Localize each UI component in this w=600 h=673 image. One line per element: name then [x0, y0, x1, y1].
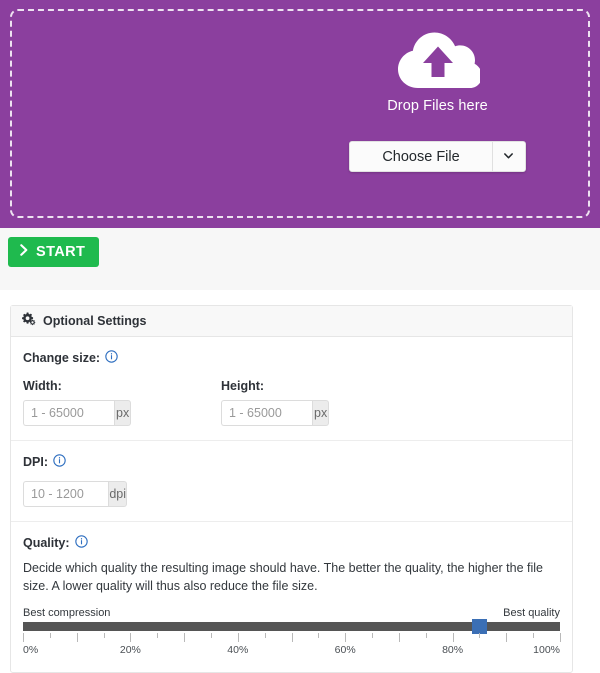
slider-tick-label: 60% [334, 644, 356, 656]
quality-slider-ticks [23, 633, 561, 643]
slider-tick [291, 633, 293, 642]
change-size-label-row: Change size: [23, 350, 560, 366]
quality-description: Decide which quality the resulting image… [23, 561, 543, 593]
width-unit-addon: px [114, 400, 131, 426]
file-dropzone[interactable]: Drop Files here Choose File [0, 0, 600, 228]
slider-tick [210, 633, 212, 638]
quality-label: Quality: [23, 536, 70, 550]
dpi-section: DPI: dpi [11, 441, 572, 522]
slider-min-label: Best compression [23, 607, 111, 619]
height-input-group[interactable]: px [221, 400, 329, 426]
height-unit-addon: px [312, 400, 329, 426]
dropzone-label: Drop Files here [387, 98, 488, 114]
change-size-label: Change size: [23, 351, 101, 365]
cloud-upload-icon [396, 28, 480, 92]
info-circle-icon[interactable] [105, 350, 118, 366]
dpi-input-group[interactable]: dpi [23, 481, 127, 507]
slider-tick [130, 633, 132, 642]
start-button-area: START [0, 228, 600, 290]
dpi-label-row: DPI: [23, 454, 560, 470]
slider-tick [560, 633, 561, 642]
optional-settings-card: Optional Settings Change size: Width: px [10, 305, 573, 673]
height-field-group: Height: px [221, 379, 419, 426]
slider-tick [452, 633, 454, 642]
slider-tick [184, 633, 186, 642]
chevron-right-icon [20, 244, 29, 260]
slider-tick [345, 633, 347, 642]
change-size-section: Change size: Width: px Height: [11, 337, 572, 441]
quality-slider-handle[interactable] [472, 619, 488, 634]
slider-max-label: Best quality [503, 607, 560, 619]
slider-tick [318, 633, 320, 638]
quality-section: Quality: Decide which quality the result… [11, 522, 572, 672]
dpi-label: DPI: [23, 455, 48, 469]
slider-tick [103, 633, 105, 638]
slider-tick-label: 40% [227, 644, 249, 656]
dpi-unit-addon: dpi [108, 481, 127, 507]
width-field-group: Width: px [23, 379, 221, 426]
choose-file-dropdown-toggle[interactable] [491, 142, 525, 171]
slider-tick-label: 0% [23, 644, 39, 656]
slider-tick [372, 633, 374, 638]
slider-tick-label: 80% [442, 644, 464, 656]
start-button-label: START [36, 244, 86, 260]
slider-tick [425, 633, 427, 638]
info-circle-icon[interactable] [74, 535, 88, 551]
choose-file-control[interactable]: Choose File [349, 141, 526, 172]
width-label: Width: [23, 379, 62, 393]
slider-tick [23, 633, 24, 642]
slider-tick-label: 100% [533, 644, 560, 656]
slider-tick [49, 633, 51, 638]
quality-slider-track[interactable] [23, 619, 560, 634]
slider-tick [479, 633, 481, 638]
start-button[interactable]: START [8, 237, 100, 267]
quality-slider-tick-labels: 0% 20% 40% 60% 80% 100% [23, 644, 560, 658]
info-circle-icon[interactable] [53, 454, 66, 470]
slider-tick [533, 633, 535, 638]
settings-card-header: Optional Settings [11, 306, 572, 337]
settings-card-title: Optional Settings [43, 314, 147, 328]
quality-slider-block: Best compression Best quality 0% 20% 40% 60… [23, 607, 561, 658]
slider-tick-label: 20% [119, 644, 141, 656]
choose-file-button[interactable]: Choose File [350, 142, 492, 171]
chevron-down-icon [503, 148, 514, 166]
dpi-input[interactable] [23, 481, 109, 507]
slider-tick [157, 633, 159, 638]
slider-tick [237, 633, 239, 642]
slider-tick [398, 633, 400, 642]
slider-tick [506, 633, 508, 642]
slider-tick [76, 633, 78, 642]
width-input-group[interactable]: px [23, 400, 131, 426]
slider-tick [264, 633, 266, 638]
height-input[interactable] [221, 400, 313, 426]
gears-icon [21, 312, 36, 331]
width-input[interactable] [23, 400, 115, 426]
quality-label-row: Quality: [23, 535, 560, 551]
height-label: Height: [221, 379, 265, 393]
